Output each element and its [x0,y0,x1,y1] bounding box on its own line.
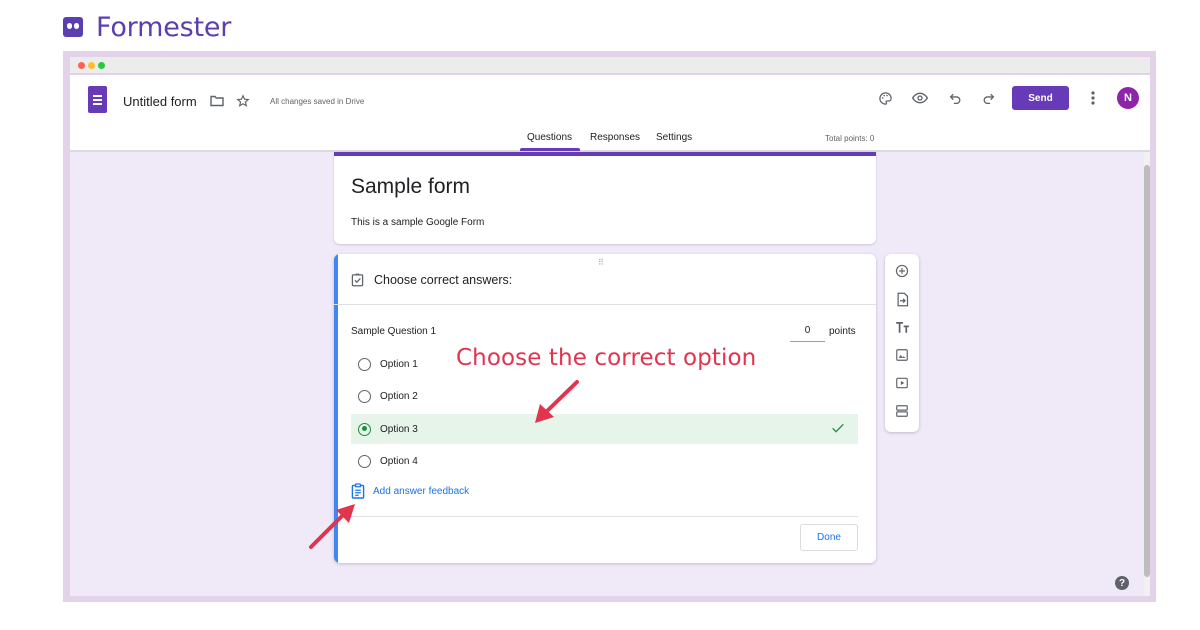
add-video-icon[interactable] [893,374,911,392]
answer-key-title: Choose correct answers: [374,273,513,287]
help-icon[interactable]: ? [1115,576,1129,590]
add-feedback-label[interactable]: Add answer feedback [373,486,469,497]
feedback-clipboard-icon [351,483,365,499]
form-description[interactable]: This is a sample Google Form [351,217,484,228]
window-minimize-dot[interactable] [88,62,95,69]
answer-key-header: Choose correct answers: [351,272,512,288]
redo-icon[interactable] [979,89,997,107]
correct-check-icon [832,423,844,433]
window-maximize-dot[interactable] [98,62,105,69]
option-row-correct[interactable]: Option 3 [351,414,858,444]
option-label: Option 2 [380,390,418,402]
option-row[interactable]: Option 4 [351,446,858,476]
annotation-arrow-feedback-icon [309,504,355,549]
tab-questions[interactable]: Questions [527,132,572,143]
send-button[interactable]: Send [1012,86,1069,110]
form-title[interactable]: Sample form [351,175,470,199]
palette-icon[interactable] [876,89,894,107]
total-points: Total points: 0 [825,134,875,143]
divider [351,516,858,517]
question-card[interactable]: ⠿ Choose correct answers: Sample Questio… [334,254,876,563]
checkbox-check-icon [351,273,364,287]
doc-title[interactable]: Untitled form [123,94,197,109]
annotation-callout: Choose the correct option [456,345,757,371]
option-label: Option 1 [380,358,418,370]
active-tab-indicator [520,148,580,151]
annotation-arrow-option-icon [535,380,579,423]
brand-name: Formester [96,11,232,43]
scrollbar-thumb[interactable] [1144,165,1150,577]
google-forms-icon[interactable] [88,86,107,113]
drag-handle-icon[interactable]: ⠿ [598,258,605,267]
undo-icon[interactable] [946,89,964,107]
floating-toolbar [885,254,919,432]
formester-logo-icon [63,17,83,37]
option-label: Option 4 [380,455,418,467]
add-image-icon[interactable] [893,346,911,364]
avatar[interactable]: N [1117,87,1139,109]
preview-eye-icon[interactable] [911,89,929,107]
done-button[interactable]: Done [800,524,858,551]
radio-button[interactable] [358,454,371,468]
form-title-card[interactable]: Sample form This is a sample Google Form [334,152,876,244]
question-text: Sample Question 1 [351,326,437,337]
add-feedback-link[interactable]: Add answer feedback [351,483,469,499]
tab-settings[interactable]: Settings [656,132,692,143]
brand-header: Formester [63,11,232,43]
add-section-icon[interactable] [893,402,911,420]
window-close-dot[interactable] [78,62,85,69]
window-titlebar [70,57,1150,74]
radio-button[interactable] [358,389,371,403]
add-title-icon[interactable] [893,318,911,336]
points-label: points [829,326,856,337]
tab-responses[interactable]: Responses [590,132,640,143]
add-question-icon[interactable] [893,262,911,280]
more-vert-icon[interactable] [1085,88,1101,108]
folder-icon[interactable] [208,93,226,109]
option-row[interactable]: Option 2 [351,381,858,411]
star-icon[interactable] [234,93,252,109]
option-label: Option 3 [380,423,418,435]
radio-button[interactable] [358,357,371,371]
import-questions-icon[interactable] [893,290,911,308]
radio-button-selected[interactable] [358,422,371,436]
divider [334,304,876,305]
points-input[interactable]: 0 [790,325,825,342]
save-status: All changes saved in Drive [270,97,365,106]
